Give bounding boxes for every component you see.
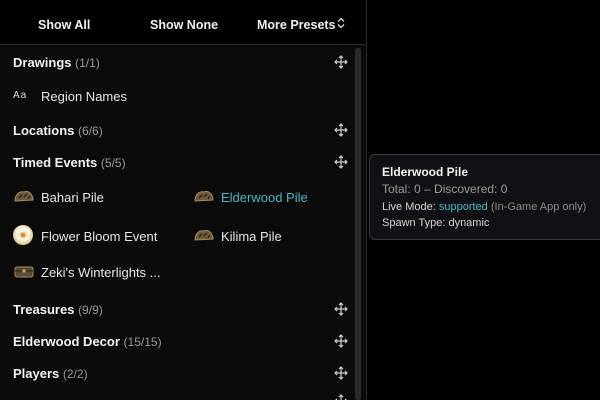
group-label: Players <box>13 366 60 381</box>
group-header-elderwood-decor[interactable]: Elderwood Decor (15/15) <box>13 334 162 349</box>
move-handle-icon[interactable] <box>334 334 348 348</box>
tooltip-title: Elderwood Pile <box>382 165 469 179</box>
tooltip-live-mode: Live Mode: supported (In-Game App only) <box>382 201 586 213</box>
group-count: (6/6) <box>78 124 103 138</box>
live-mode-label: Live Mode: <box>382 201 436 213</box>
tooltip-spawn-type: Spawn Type: dynamic <box>382 217 490 229</box>
live-mode-note: (In-Game App only) <box>490 201 587 213</box>
move-handle-icon[interactable] <box>334 123 348 137</box>
group-count: (2/2) <box>62 367 88 381</box>
chevron-up-down-icon[interactable] <box>337 17 345 32</box>
item-label: Kilima Pile <box>221 229 282 244</box>
group-header-drawings[interactable]: Drawings (1/1) <box>13 55 100 70</box>
chest-icon <box>13 263 35 279</box>
text-aa-icon: Aa <box>13 90 28 101</box>
group-label: Drawings <box>13 55 72 70</box>
pile-icon <box>13 188 35 204</box>
group-label: Timed Events <box>13 155 98 170</box>
group-header-treasures[interactable]: Treasures (9/9) <box>13 302 103 317</box>
group-header-locations[interactable]: Locations (6/6) <box>13 123 103 138</box>
group-header-timed-events[interactable]: Timed Events (5/5) <box>13 155 126 170</box>
group-label: Locations <box>13 123 75 138</box>
group-label: Elderwood Decor <box>13 334 120 349</box>
move-handle-icon[interactable] <box>334 366 348 380</box>
group-header-players[interactable]: Players (2/2) <box>13 366 88 381</box>
filter-panel: Show All Show None More Presets Drawings… <box>0 0 367 400</box>
group-count: (9/9) <box>78 303 103 317</box>
pile-icon <box>193 227 215 243</box>
move-handle-icon[interactable] <box>334 155 348 169</box>
flower-icon <box>13 225 33 245</box>
pile-icon <box>193 188 215 204</box>
move-handle-icon[interactable] <box>334 394 348 400</box>
item-label: Bahari Pile <box>41 190 104 205</box>
group-count: (1/1) <box>75 56 100 70</box>
item-label: Flower Bloom Event <box>41 229 158 244</box>
show-all-button[interactable]: Show All <box>38 18 90 32</box>
live-mode-value: supported <box>438 201 488 213</box>
scrollbar[interactable] <box>355 48 361 400</box>
tooltip-total: Total: 0 – Discovered: 0 <box>382 182 508 196</box>
item-tooltip: Elderwood Pile Total: 0 – Discovered: 0 … <box>369 154 600 240</box>
group-count: (5/5) <box>100 156 126 170</box>
more-presets-button[interactable]: More Presets <box>257 18 336 32</box>
item-label: Zeki's Winterlights ... <box>41 265 161 280</box>
show-none-button[interactable]: Show None <box>150 18 218 32</box>
group-count: (15/15) <box>123 335 162 349</box>
move-handle-icon[interactable] <box>334 302 348 316</box>
move-handle-icon[interactable] <box>334 55 348 69</box>
preset-toolbar: Show All Show None More Presets <box>0 0 366 45</box>
group-label: Treasures <box>13 302 75 317</box>
item-label: Region Names <box>41 89 127 104</box>
item-label: Elderwood Pile <box>221 190 308 205</box>
